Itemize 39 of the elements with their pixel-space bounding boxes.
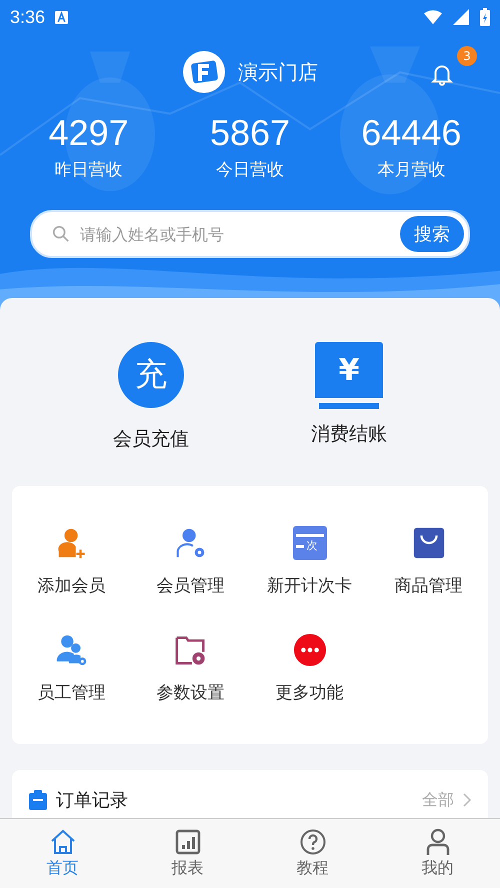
tab[interactable]: 我的 xyxy=(388,819,488,888)
stat-value: 5867 xyxy=(210,111,290,155)
stat-value: 64446 xyxy=(361,111,462,155)
keyboard-icon xyxy=(55,10,68,24)
store-name: 演示门店 xyxy=(238,58,318,86)
signal-icon xyxy=(452,9,470,25)
home-icon xyxy=(48,828,76,856)
more-icon[interactable] xyxy=(292,633,326,667)
recharge-icon[interactable]: 充 xyxy=(118,342,184,408)
search-field[interactable]: 请输入姓名或手机号 搜索 xyxy=(30,210,470,258)
function-label[interactable]: 更多功能 xyxy=(276,681,344,704)
help-icon xyxy=(298,828,326,856)
function-label[interactable]: 新开计次卡 xyxy=(267,574,352,597)
bag-icon[interactable] xyxy=(412,526,446,560)
function-label[interactable]: 商品管理 xyxy=(394,574,462,597)
stat-label: 本月营收 xyxy=(377,159,446,182)
function-label[interactable]: 添加会员 xyxy=(38,574,106,597)
tab[interactable]: 报表 xyxy=(138,819,238,888)
bar-chart-icon xyxy=(174,828,202,856)
stat-label: 昨日营收 xyxy=(54,159,123,182)
stat-label: 今日营收 xyxy=(216,159,284,182)
search-button[interactable]: 搜索 xyxy=(400,216,464,252)
stat-value: 4297 xyxy=(48,111,129,155)
logo-icon xyxy=(182,50,226,94)
card-icon[interactable]: 次 xyxy=(292,526,326,560)
chevron-right-icon xyxy=(462,792,472,808)
orders-title: 订单记录 xyxy=(56,789,128,812)
action-label[interactable]: 消费结账 xyxy=(311,421,387,447)
tab[interactable]: 首页 xyxy=(12,819,112,888)
status-time: 3:36 xyxy=(10,6,46,28)
function-label[interactable]: 会员管理 xyxy=(156,574,224,597)
tab[interactable]: 教程 xyxy=(262,819,362,888)
battery-icon xyxy=(480,8,490,26)
function-label[interactable]: 员工管理 xyxy=(38,681,106,704)
action-label[interactable]: 会员充值 xyxy=(113,426,189,452)
clipboard-icon xyxy=(28,790,48,810)
wifi-icon xyxy=(424,9,442,25)
function-label[interactable]: 参数设置 xyxy=(156,681,224,704)
search-icon xyxy=(52,225,70,243)
